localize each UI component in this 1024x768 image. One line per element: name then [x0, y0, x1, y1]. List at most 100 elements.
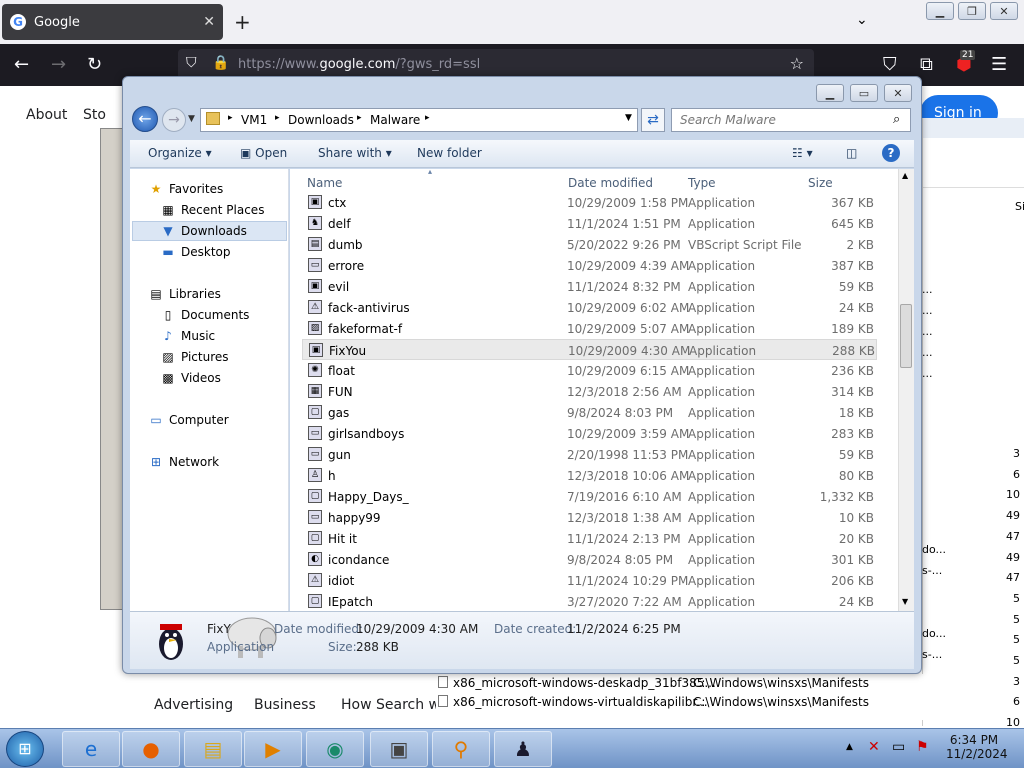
internet-explorer-icon[interactable]: e: [62, 731, 120, 767]
column-header-type[interactable]: Type: [688, 176, 716, 190]
file-row[interactable]: ⚠ fack-antivirus 10/29/2009 6:02 AM Applica…: [302, 297, 877, 318]
minimize-button[interactable]: ▁: [926, 2, 954, 20]
preview-pane-icon[interactable]: ◫: [846, 146, 857, 160]
address-dropdown-icon[interactable]: ▼: [625, 113, 632, 123]
view-options-icon[interactable]: ☷ ▾: [792, 146, 813, 160]
help-icon[interactable]: ?: [882, 144, 900, 162]
file-row[interactable]: ▭ errore 10/29/2009 4:39 AM Application 387 …: [302, 255, 877, 276]
browser-tab[interactable]: G Google ✕: [2, 4, 223, 40]
file-row[interactable]: ▣ ctx 10/29/2009 1:58 PM Application 367 KB: [302, 192, 877, 213]
file-row[interactable]: ▢ Happy_Days_ 7/19/2016 6:10 AM Application…: [302, 486, 877, 507]
breadcrumb-malware[interactable]: Malware: [370, 113, 420, 127]
pocket-icon[interactable]: ⛉: [883, 54, 897, 75]
file-row[interactable]: ▨ fakeformat-f 10/29/2009 5:07 AM Applicati…: [302, 318, 877, 339]
file-row[interactable]: ▦ FUN 12/3/2018 2:56 AM Application 314 KB: [302, 381, 877, 402]
vertical-scrollbar[interactable]: ▲ ▼: [898, 169, 914, 611]
file-row[interactable]: ▭ girlsandboys 10/29/2009 3:59 AM Applicati…: [302, 423, 877, 444]
file-row[interactable]: ▢ IEpatch 3/27/2020 7:22 AM Application 24 K…: [302, 591, 877, 612]
organize-button[interactable]: Organize ▾: [148, 146, 212, 160]
file-row[interactable]: ♙ h 12/3/2018 10:06 AM Application 80 KB: [302, 465, 877, 486]
nav-pictures[interactable]: ▨ Pictures: [160, 350, 228, 364]
advertising-link[interactable]: Advertising: [154, 697, 233, 713]
fixyou-taskbar-icon[interactable]: ♟: [494, 731, 552, 767]
history-dropdown-icon[interactable]: ▼: [188, 114, 195, 124]
nav-desktop[interactable]: ▬ Desktop: [160, 245, 230, 259]
explorer-minimize-button[interactable]: ▁: [816, 84, 844, 102]
menu-icon[interactable]: ☰: [991, 54, 1007, 75]
file-row[interactable]: ▣ evil 11/1/2024 8:32 PM Application 59 KB: [302, 276, 877, 297]
file-row[interactable]: ▭ gun 2/20/1998 11:53 PM Application 59 KB: [302, 444, 877, 465]
reload-icon[interactable]: ↻: [87, 54, 102, 75]
nav-documents[interactable]: ▯ Documents: [160, 308, 250, 322]
file-date-modified: 12/3/2018 1:38 AM: [567, 511, 682, 525]
nav-recent-places[interactable]: ▦ Recent Places: [160, 203, 264, 217]
media-player-icon[interactable]: ▶: [244, 731, 302, 767]
about-link[interactable]: About: [26, 107, 67, 123]
scroll-up-icon[interactable]: ▲: [902, 171, 908, 180]
bg-row-path[interactable]: x86_microsoft-windows-deskadp_31bf385...: [453, 676, 716, 690]
nav-libraries[interactable]: ▤ Libraries: [148, 287, 221, 301]
new-tab-icon[interactable]: +: [234, 10, 251, 34]
nav-favorites[interactable]: ★ Favorites: [148, 182, 224, 196]
bg-row-path[interactable]: x86_microsoft-windows-virtualdiskapilibr…: [453, 695, 708, 709]
action-center-icon[interactable]: ⚑: [916, 739, 929, 755]
restore-button[interactable]: ❐: [958, 2, 986, 20]
shield-icon[interactable]: ⛉: [186, 55, 197, 71]
new-folder-button[interactable]: New folder: [417, 146, 482, 160]
file-row[interactable]: ▣ FixYou 10/29/2009 4:30 AM Application 288 …: [302, 339, 877, 360]
file-row[interactable]: ▤ dumb 5/20/2022 9:26 PM VBScript Script Fi…: [302, 234, 877, 255]
chevron-down-icon[interactable]: ⌄: [856, 12, 868, 28]
explorer-maximize-button[interactable]: ▭: [850, 84, 878, 102]
forward-icon[interactable]: →: [51, 54, 66, 75]
file-row[interactable]: ⚠ idiot 11/1/2024 10:29 PM Application 206 K…: [302, 570, 877, 591]
scroll-down-icon[interactable]: ▼: [902, 597, 908, 606]
breadcrumb-vm1[interactable]: VM1: [241, 113, 267, 127]
scrollbar-thumb[interactable]: [900, 304, 912, 368]
app-globe-icon[interactable]: ◉: [306, 731, 364, 767]
file-name: float: [328, 364, 355, 378]
network-status-icon[interactable]: ▭: [892, 739, 905, 755]
app-window-icon[interactable]: ▣: [370, 731, 428, 767]
start-button[interactable]: ⊞: [6, 731, 44, 767]
close-tab-icon[interactable]: ✕: [203, 14, 215, 30]
lock-icon[interactable]: 🔒: [212, 55, 229, 71]
url-text[interactable]: https://www.google.com/?gws_rd=ssl: [238, 57, 480, 72]
share-with-button[interactable]: Share with ▾: [318, 146, 392, 160]
file-row[interactable]: ▭ happy99 12/3/2018 1:38 AM Application 10 K…: [302, 507, 877, 528]
back-icon[interactable]: ←: [14, 54, 29, 75]
back-arrow-icon[interactable]: ←: [132, 106, 158, 132]
magnifier-icon[interactable]: ⚲: [432, 731, 490, 767]
forward-arrow-icon[interactable]: →: [162, 108, 186, 132]
file-row[interactable]: ▢ Hit it 11/1/2024 2:13 PM Application 20 KB: [302, 528, 877, 549]
column-header-name[interactable]: Name: [307, 176, 342, 190]
store-link[interactable]: Sto: [83, 107, 106, 123]
business-link[interactable]: Business: [254, 697, 316, 713]
address-bar[interactable]: ▸ VM1 ▸ Downloads ▸ Malware ▸ ▼: [200, 108, 638, 132]
how-search-works-link[interactable]: How Search w: [341, 697, 440, 713]
nav-computer[interactable]: ▭ Computer: [148, 413, 228, 427]
nav-videos[interactable]: ▩ Videos: [160, 371, 221, 385]
bookmark-star-icon[interactable]: ☆: [790, 54, 804, 73]
search-input[interactable]: Search Malware: [671, 108, 911, 132]
nav-network[interactable]: ⊞ Network: [148, 455, 219, 469]
volume-muted-icon[interactable]: ✕: [868, 739, 880, 755]
open-button[interactable]: ▣ Open: [240, 146, 287, 160]
firefox-icon[interactable]: ●: [122, 731, 180, 767]
explorer-taskbar-icon[interactable]: ▤: [184, 731, 242, 767]
nav-music[interactable]: ♪ Music: [160, 329, 215, 343]
column-header-date[interactable]: Date modified: [568, 176, 653, 190]
explorer-close-button[interactable]: ✕: [884, 84, 912, 102]
taskbar-clock[interactable]: 6:34 PM 11/2/2024: [946, 733, 1008, 761]
refresh-icon[interactable]: ⇄: [641, 108, 665, 132]
search-icon[interactable]: ⌕: [893, 112, 900, 127]
extensions-icon[interactable]: ⧉: [920, 54, 933, 75]
nav-downloads[interactable]: ▼ Downloads: [160, 224, 247, 238]
show-hidden-icons-icon[interactable]: ▲: [846, 742, 853, 752]
file-row[interactable]: ✺ float 10/29/2009 6:15 AM Application 236 K…: [302, 360, 877, 381]
breadcrumb-downloads[interactable]: Downloads: [288, 113, 354, 127]
close-button[interactable]: ✕: [990, 2, 1018, 20]
file-row[interactable]: ♞ delf 11/1/2024 1:51 PM Application 645 KB: [302, 213, 877, 234]
file-row[interactable]: ▢ gas 9/8/2024 8:03 PM Application 18 KB: [302, 402, 877, 423]
file-row[interactable]: ◐ icondance 9/8/2024 8:05 PM Application 301…: [302, 549, 877, 570]
column-header-size[interactable]: Size: [808, 176, 833, 190]
